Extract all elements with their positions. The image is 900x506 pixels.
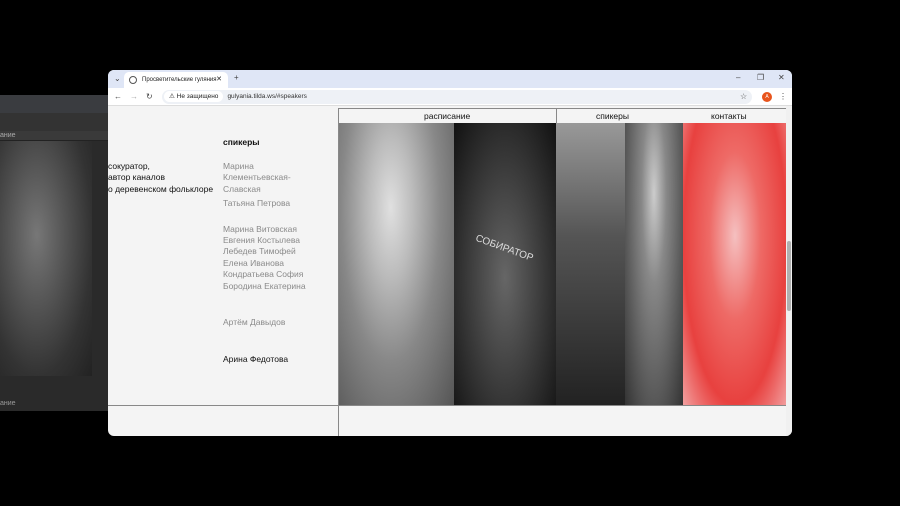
bio-line: сокуратор, <box>108 161 150 171</box>
speakers-heading: спикеры <box>223 137 260 147</box>
background-window: ание ание <box>0 95 110 411</box>
bookmark-star-icon[interactable]: ☆ <box>740 92 747 101</box>
close-tab-icon[interactable]: ✕ <box>216 72 222 88</box>
page-content: сокуратор, автор каналов о деревенском ф… <box>108 106 792 436</box>
menu-kebab-icon[interactable]: ⋮ <box>779 92 787 101</box>
security-label: Не защищено <box>176 93 219 100</box>
speaker-list: Марина Клементьевская- Славская Татьяна … <box>223 161 306 366</box>
back-icon[interactable]: ← <box>114 92 122 101</box>
speaker-photo[interactable]: СОБИРАТОР <box>454 123 556 405</box>
speaker-link[interactable]: Бородина Екатерина <box>223 281 306 292</box>
address-input[interactable]: ⚠ Не защищено gulyania.tilda.ws/#speakers <box>162 90 752 104</box>
speaker-link[interactable]: Марина Витовская <box>223 224 306 235</box>
speaker-link[interactable]: Евгения Костылева <box>223 235 306 246</box>
scrollbar[interactable] <box>786 106 792 436</box>
new-tab-icon[interactable]: + <box>234 73 239 82</box>
tab-active[interactable]: Просветительские гуляния ✕ <box>124 72 228 88</box>
nav-contacts[interactable]: контакты <box>711 111 747 121</box>
profile-avatar[interactable]: A <box>762 92 772 102</box>
speaker-photo[interactable] <box>625 123 683 405</box>
bg-nav-fragment: ание <box>0 131 110 141</box>
scrollbar-thumb[interactable] <box>787 241 791 311</box>
close-window-icon[interactable]: ✕ <box>778 73 785 82</box>
speaker-photo[interactable] <box>683 123 787 405</box>
reload-icon[interactable]: ↻ <box>146 92 153 101</box>
speaker-link[interactable]: Кондратьева София <box>223 269 306 280</box>
speaker-link[interactable]: Лебедев Тимофей <box>223 246 306 257</box>
bg-photo <box>0 141 92 376</box>
speaker-photos: СОБИРАТОР <box>338 123 787 405</box>
site-nav: расписание спикеры контакты <box>338 108 786 124</box>
bio-line: о деревенском фольклоре <box>108 183 214 194</box>
bio-line: автор каналов <box>108 172 166 183</box>
speaker-link[interactable]: Артём Давыдов <box>223 317 306 328</box>
speaker-photo[interactable] <box>556 123 625 405</box>
speaker-link[interactable]: Клементьевская- <box>223 172 306 183</box>
tab-bar: ⌄ Просветительские гуляния ✕ + – ❐ ✕ <box>108 70 792 88</box>
browser-window: ⌄ Просветительские гуляния ✕ + – ❐ ✕ ← →… <box>108 70 792 436</box>
forward-icon[interactable]: → <box>130 92 138 101</box>
speaker-link[interactable]: Марина <box>223 161 306 172</box>
divider <box>338 405 339 436</box>
speaker-photo[interactable] <box>339 123 454 405</box>
tab-title: Просветительские гуляния <box>142 77 217 83</box>
url-text: gulyania.tilda.ws/#speakers <box>227 93 307 100</box>
bg-footer-fragment: ание <box>0 400 16 407</box>
nav-speakers[interactable]: спикеры <box>596 111 629 121</box>
speaker-link[interactable]: Татьяна Петрова <box>223 198 306 209</box>
favicon-icon <box>129 76 137 84</box>
tab-search-icon[interactable]: ⌄ <box>114 74 121 83</box>
shirt-caption: СОБИРАТОР <box>473 232 535 265</box>
security-chip[interactable]: ⚠ Не защищено <box>164 91 224 102</box>
restore-icon[interactable]: ❐ <box>757 73 764 82</box>
speaker-link-active[interactable]: Арина Федотова <box>223 354 306 365</box>
speaker-link[interactable]: Славская <box>223 184 306 195</box>
speaker-link[interactable]: Елена Иванова <box>223 258 306 269</box>
divider <box>108 405 786 406</box>
nav-schedule[interactable]: расписание <box>424 111 470 121</box>
speaker-bio: сокуратор, автор каналов о деревенском ф… <box>108 161 213 195</box>
minimize-icon[interactable]: – <box>736 73 740 82</box>
address-bar-row: ← → ↻ ⚠ Не защищено gulyania.tilda.ws/#sp… <box>108 88 792 106</box>
